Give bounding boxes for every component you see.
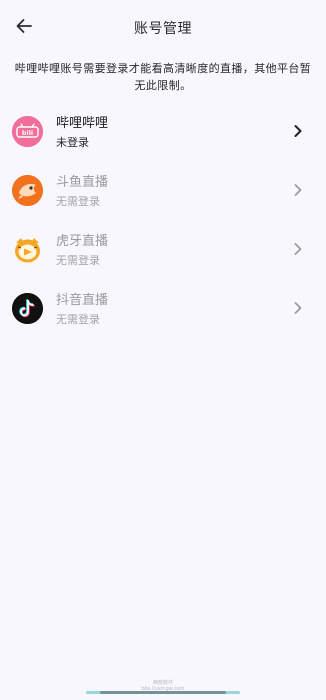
app-bar: 账号管理 [0,0,326,56]
account-status: 无需登录 [56,254,100,267]
douyu-logo-icon [12,175,43,206]
account-management-screen: 账号管理 哔哩哔哩账号需要登录才能看高清晰度的直播，其他平台暂无此限制。 bil… [0,0,326,700]
douyin-logo-icon [12,293,43,324]
account-name: 哔哩哔哩 [56,116,109,131]
login-notice: 哔哩哔哩账号需要登录才能看高清晰度的直播，其他平台暂无此限制。 [14,62,312,92]
account-status: 无需登录 [56,313,100,326]
page-title: 账号管理 [134,21,192,37]
chevron-right-icon [294,243,302,255]
huya-logo-icon [12,234,43,265]
chevron-right-icon [294,184,302,196]
account-name: 抖音直播 [56,293,109,308]
svg-text:bili: bili [22,129,33,137]
account-row-douyin[interactable]: 抖音直播 无需登录 [0,279,326,338]
account-row-huya[interactable]: 虎牙直播 无需登录 [0,220,326,279]
chevron-right-icon [294,302,302,314]
account-list: bili 哔哩哔哩 未登录 斗鱼直播 无需登录 虎牙直播 无需登录 抖音直播 无… [0,102,326,338]
account-status: 无需登录 [56,195,100,208]
bilibili-logo-icon: bili [12,116,43,147]
account-row-douyu[interactable]: 斗鱼直播 无需登录 [0,161,326,220]
account-status: 未登录 [56,136,89,149]
gesture-bar[interactable]: 西部软件 bbs.liuxingw.com [0,680,326,700]
account-name: 虎牙直播 [56,234,109,249]
account-name: 斗鱼直播 [56,175,109,190]
account-row-bilibili[interactable]: bili 哔哩哔哩 未登录 [0,102,326,161]
chevron-right-icon [294,125,302,137]
home-indicator-shadow [100,691,226,694]
